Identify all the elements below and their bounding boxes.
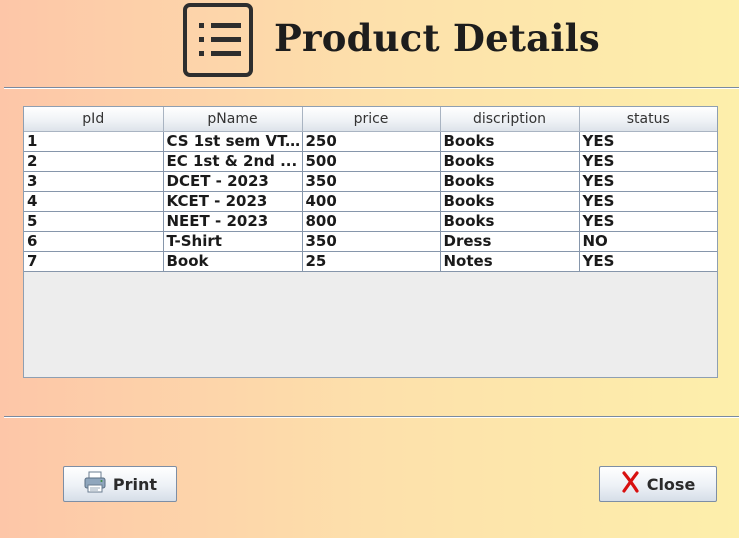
table-row[interactable]: 2 EC 1st & 2nd ... 500 Books YES bbox=[24, 151, 717, 172]
cell-status[interactable]: YES bbox=[579, 251, 717, 272]
list-icon bbox=[183, 3, 253, 77]
cell-discription[interactable]: Dress bbox=[440, 231, 580, 252]
table-row[interactable]: 6 T-Shirt 350 Dress NO bbox=[24, 231, 717, 252]
printer-icon bbox=[83, 470, 107, 498]
cell-discription[interactable]: Books bbox=[440, 131, 580, 152]
cell-pid[interactable]: 1 bbox=[24, 131, 164, 152]
cell-pname[interactable]: DCET - 2023 bbox=[163, 171, 303, 192]
page-title: Product Details bbox=[274, 16, 600, 60]
cell-pid[interactable]: 7 bbox=[24, 251, 164, 272]
product-table[interactable]: pId pName price discription status 1 CS … bbox=[24, 107, 717, 272]
cell-discription[interactable]: Books bbox=[440, 171, 580, 192]
cell-pname[interactable]: T-Shirt bbox=[163, 231, 303, 252]
list-line bbox=[211, 51, 241, 56]
print-button-label: Print bbox=[112, 474, 158, 494]
cell-pname[interactable]: KCET - 2023 bbox=[163, 191, 303, 212]
table-row[interactable]: 4 KCET - 2023 400 Books YES bbox=[24, 191, 717, 212]
cell-pid[interactable]: 3 bbox=[24, 171, 164, 192]
print-button[interactable]: Print bbox=[63, 466, 177, 502]
cell-discription[interactable]: Books bbox=[440, 211, 580, 232]
cell-pname[interactable]: CS 1st sem VT... bbox=[163, 131, 303, 152]
table-row[interactable]: 1 CS 1st sem VT... 250 Books YES bbox=[24, 131, 717, 152]
list-bullet bbox=[199, 51, 204, 56]
table-header-row: pId pName price discription status bbox=[24, 107, 717, 132]
cell-pid[interactable]: 2 bbox=[24, 151, 164, 172]
footer-divider bbox=[4, 416, 739, 417]
cell-pid[interactable]: 5 bbox=[24, 211, 164, 232]
column-header-price[interactable]: price bbox=[302, 107, 441, 132]
cell-pname[interactable]: Book bbox=[163, 251, 303, 272]
close-button-label: Close bbox=[646, 474, 696, 494]
cell-price[interactable]: 350 bbox=[302, 231, 441, 252]
column-header-pid[interactable]: pId bbox=[24, 107, 164, 132]
cell-status[interactable]: YES bbox=[579, 211, 717, 232]
list-line bbox=[211, 37, 241, 42]
cell-price[interactable]: 800 bbox=[302, 211, 441, 232]
cell-price[interactable]: 350 bbox=[302, 171, 441, 192]
cell-status[interactable]: NO bbox=[579, 231, 717, 252]
cell-pid[interactable]: 4 bbox=[24, 191, 164, 212]
cell-discription[interactable]: Notes bbox=[440, 251, 580, 272]
table-row[interactable]: 5 NEET - 2023 800 Books YES bbox=[24, 211, 717, 232]
product-table-panel[interactable]: pId pName price discription status 1 CS … bbox=[23, 106, 718, 378]
cell-status[interactable]: YES bbox=[579, 191, 717, 212]
cell-pname[interactable]: NEET - 2023 bbox=[163, 211, 303, 232]
table-row[interactable]: 7 Book 25 Notes YES bbox=[24, 251, 717, 272]
cell-price[interactable]: 25 bbox=[302, 251, 441, 272]
table-row[interactable]: 3 DCET - 2023 350 Books YES bbox=[24, 171, 717, 192]
cell-price[interactable]: 250 bbox=[302, 131, 441, 152]
cell-pname[interactable]: EC 1st & 2nd ... bbox=[163, 151, 303, 172]
list-line bbox=[211, 23, 241, 28]
list-bullet bbox=[199, 23, 204, 28]
list-bullet bbox=[199, 37, 204, 42]
cell-discription[interactable]: Books bbox=[440, 151, 580, 172]
cell-status[interactable]: YES bbox=[579, 171, 717, 192]
column-header-pname[interactable]: pName bbox=[163, 107, 303, 132]
cell-price[interactable]: 400 bbox=[302, 191, 441, 212]
close-icon bbox=[621, 471, 641, 497]
cell-price[interactable]: 500 bbox=[302, 151, 441, 172]
close-button[interactable]: Close bbox=[599, 466, 717, 502]
cell-discription[interactable]: Books bbox=[440, 191, 580, 212]
column-header-discription[interactable]: discription bbox=[440, 107, 580, 132]
header-divider bbox=[4, 87, 739, 88]
cell-status[interactable]: YES bbox=[579, 151, 717, 172]
cell-pid[interactable]: 6 bbox=[24, 231, 164, 252]
column-header-status[interactable]: status bbox=[579, 107, 717, 132]
cell-status[interactable]: YES bbox=[579, 131, 717, 152]
